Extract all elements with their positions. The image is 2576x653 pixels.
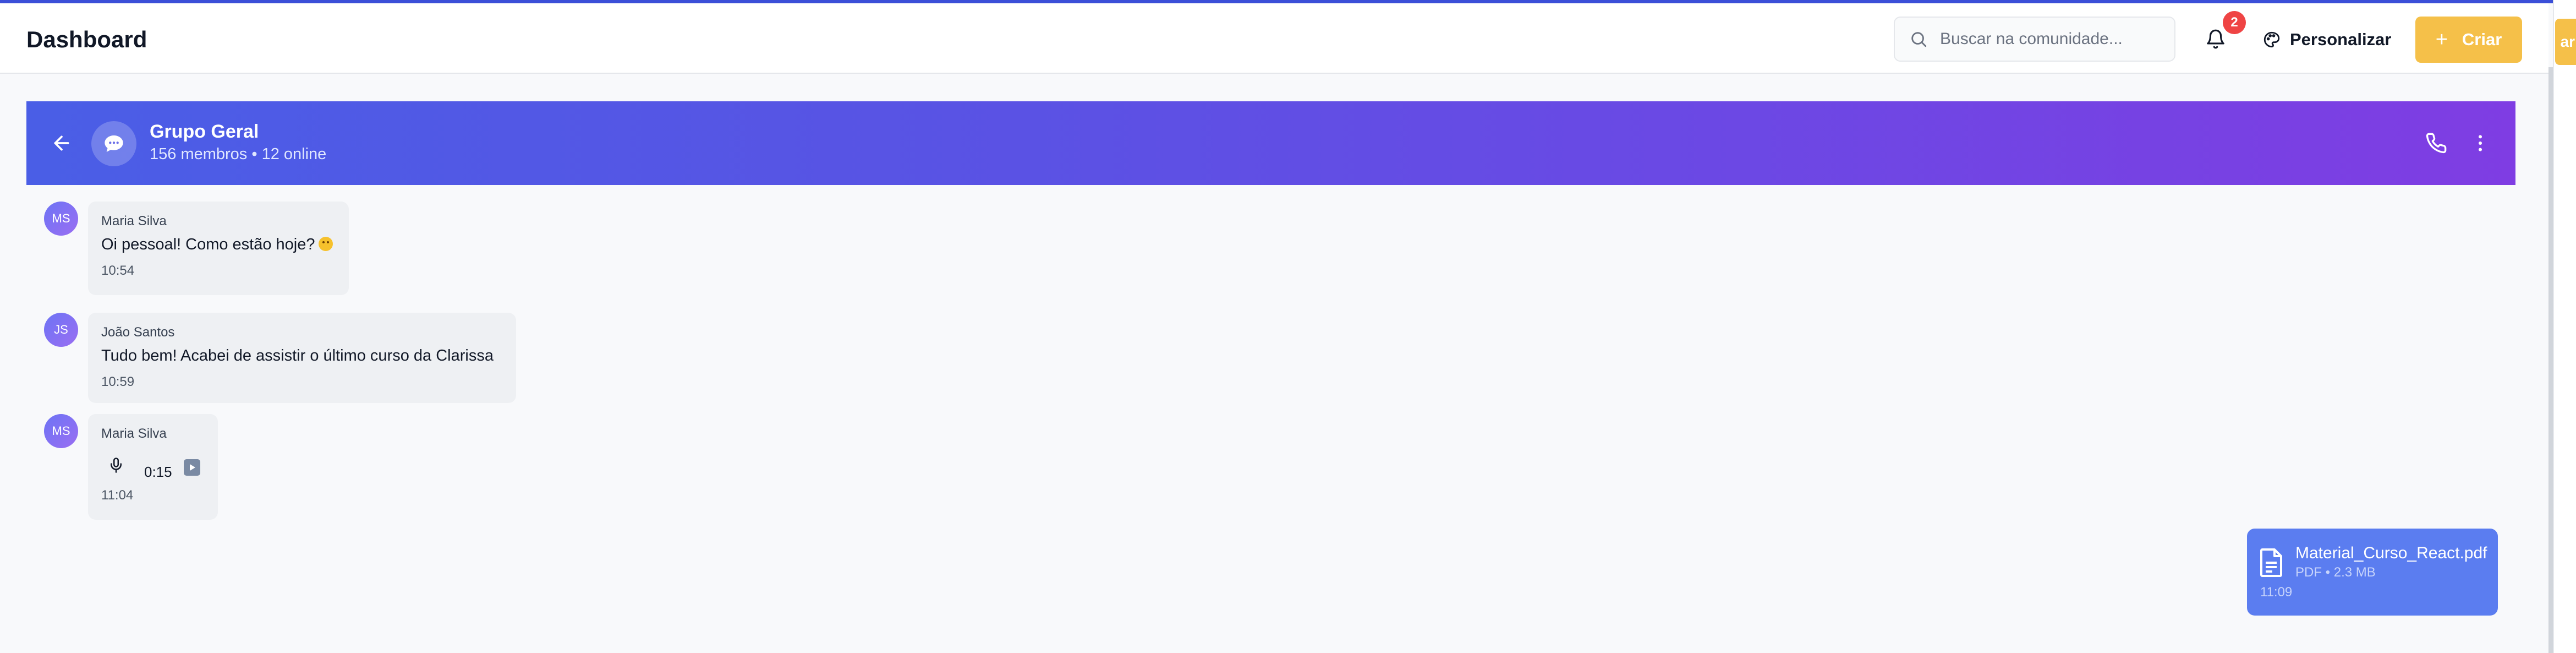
- message-time: 10:54: [101, 263, 135, 278]
- message-time: 10:59: [101, 374, 135, 389]
- mic-icon: [111, 458, 122, 473]
- notification-count-badge: 2: [2223, 11, 2246, 34]
- message-sender: Maria Silva: [101, 426, 167, 441]
- more-vertical-icon[interactable]: [2469, 132, 2491, 154]
- group-name: Grupo Geral: [150, 121, 259, 142]
- avatar: MS: [44, 202, 78, 236]
- adjacent-window-button[interactable]: ar: [2555, 19, 2576, 65]
- palette-icon: [2263, 31, 2280, 48]
- search-box[interactable]: [1894, 17, 2175, 62]
- adjacent-window-edge: [2553, 0, 2576, 653]
- search-icon: [1911, 32, 1927, 47]
- message-text: Oi pessoal! Como estão hoje?: [101, 236, 333, 254]
- message-sender: João Santos: [101, 325, 175, 340]
- personalize-label: Personalizar: [2290, 30, 2392, 49]
- avatar: JS: [44, 313, 78, 347]
- play-icon[interactable]: [184, 459, 200, 476]
- file-meta: PDF • 2.3 MB: [2295, 565, 2376, 580]
- file-message-bubble[interactable]: Material_Curso_React.pdf PDF • 2.3 MB 11…: [2247, 529, 2498, 616]
- personalize-button[interactable]: Personalizar: [2262, 23, 2391, 56]
- message-text-content: Oi pessoal! Como estão hoje?: [101, 236, 315, 253]
- file-icon: [2260, 548, 2282, 577]
- audio-message-bubble: Maria Silva 0:15 11:04: [88, 414, 218, 520]
- file-name: Material_Curso_React.pdf: [2295, 544, 2487, 562]
- plus-icon: +: [2435, 28, 2448, 51]
- message-time: 11:04: [101, 488, 134, 503]
- message-bubble: Maria Silva Oi pessoal! Como estão hoje?…: [88, 202, 349, 295]
- search-input[interactable]: [1940, 30, 2160, 48]
- back-arrow-icon[interactable]: [51, 132, 73, 154]
- avatar: MS: [44, 414, 78, 448]
- chat-header: Grupo Geral 156 membros • 12 online: [26, 101, 2515, 185]
- group-meta: 156 membros • 12 online: [150, 145, 327, 163]
- smile-emoji-icon: [318, 237, 333, 251]
- message-time: 11:09: [2260, 585, 2293, 600]
- create-button[interactable]: + Criar: [2415, 17, 2522, 63]
- group-avatar: [91, 121, 136, 166]
- message-sender: Maria Silva: [101, 214, 167, 228]
- phone-icon[interactable]: [2425, 132, 2447, 154]
- chat-bubble-icon: [105, 135, 123, 152]
- bell-icon: [2207, 29, 2224, 49]
- create-label: Criar: [2462, 30, 2502, 49]
- message-text: Tudo bem! Acabei de assistir o último cu…: [101, 347, 494, 364]
- top-bar: Dashboard 2 Personalizar + Criar: [0, 3, 2548, 74]
- page-title: Dashboard: [26, 26, 147, 52]
- message-bubble: João Santos Tudo bem! Acabei de assistir…: [88, 313, 516, 403]
- scrollbar[interactable]: [2548, 67, 2553, 653]
- audio-duration: 0:15: [144, 464, 172, 480]
